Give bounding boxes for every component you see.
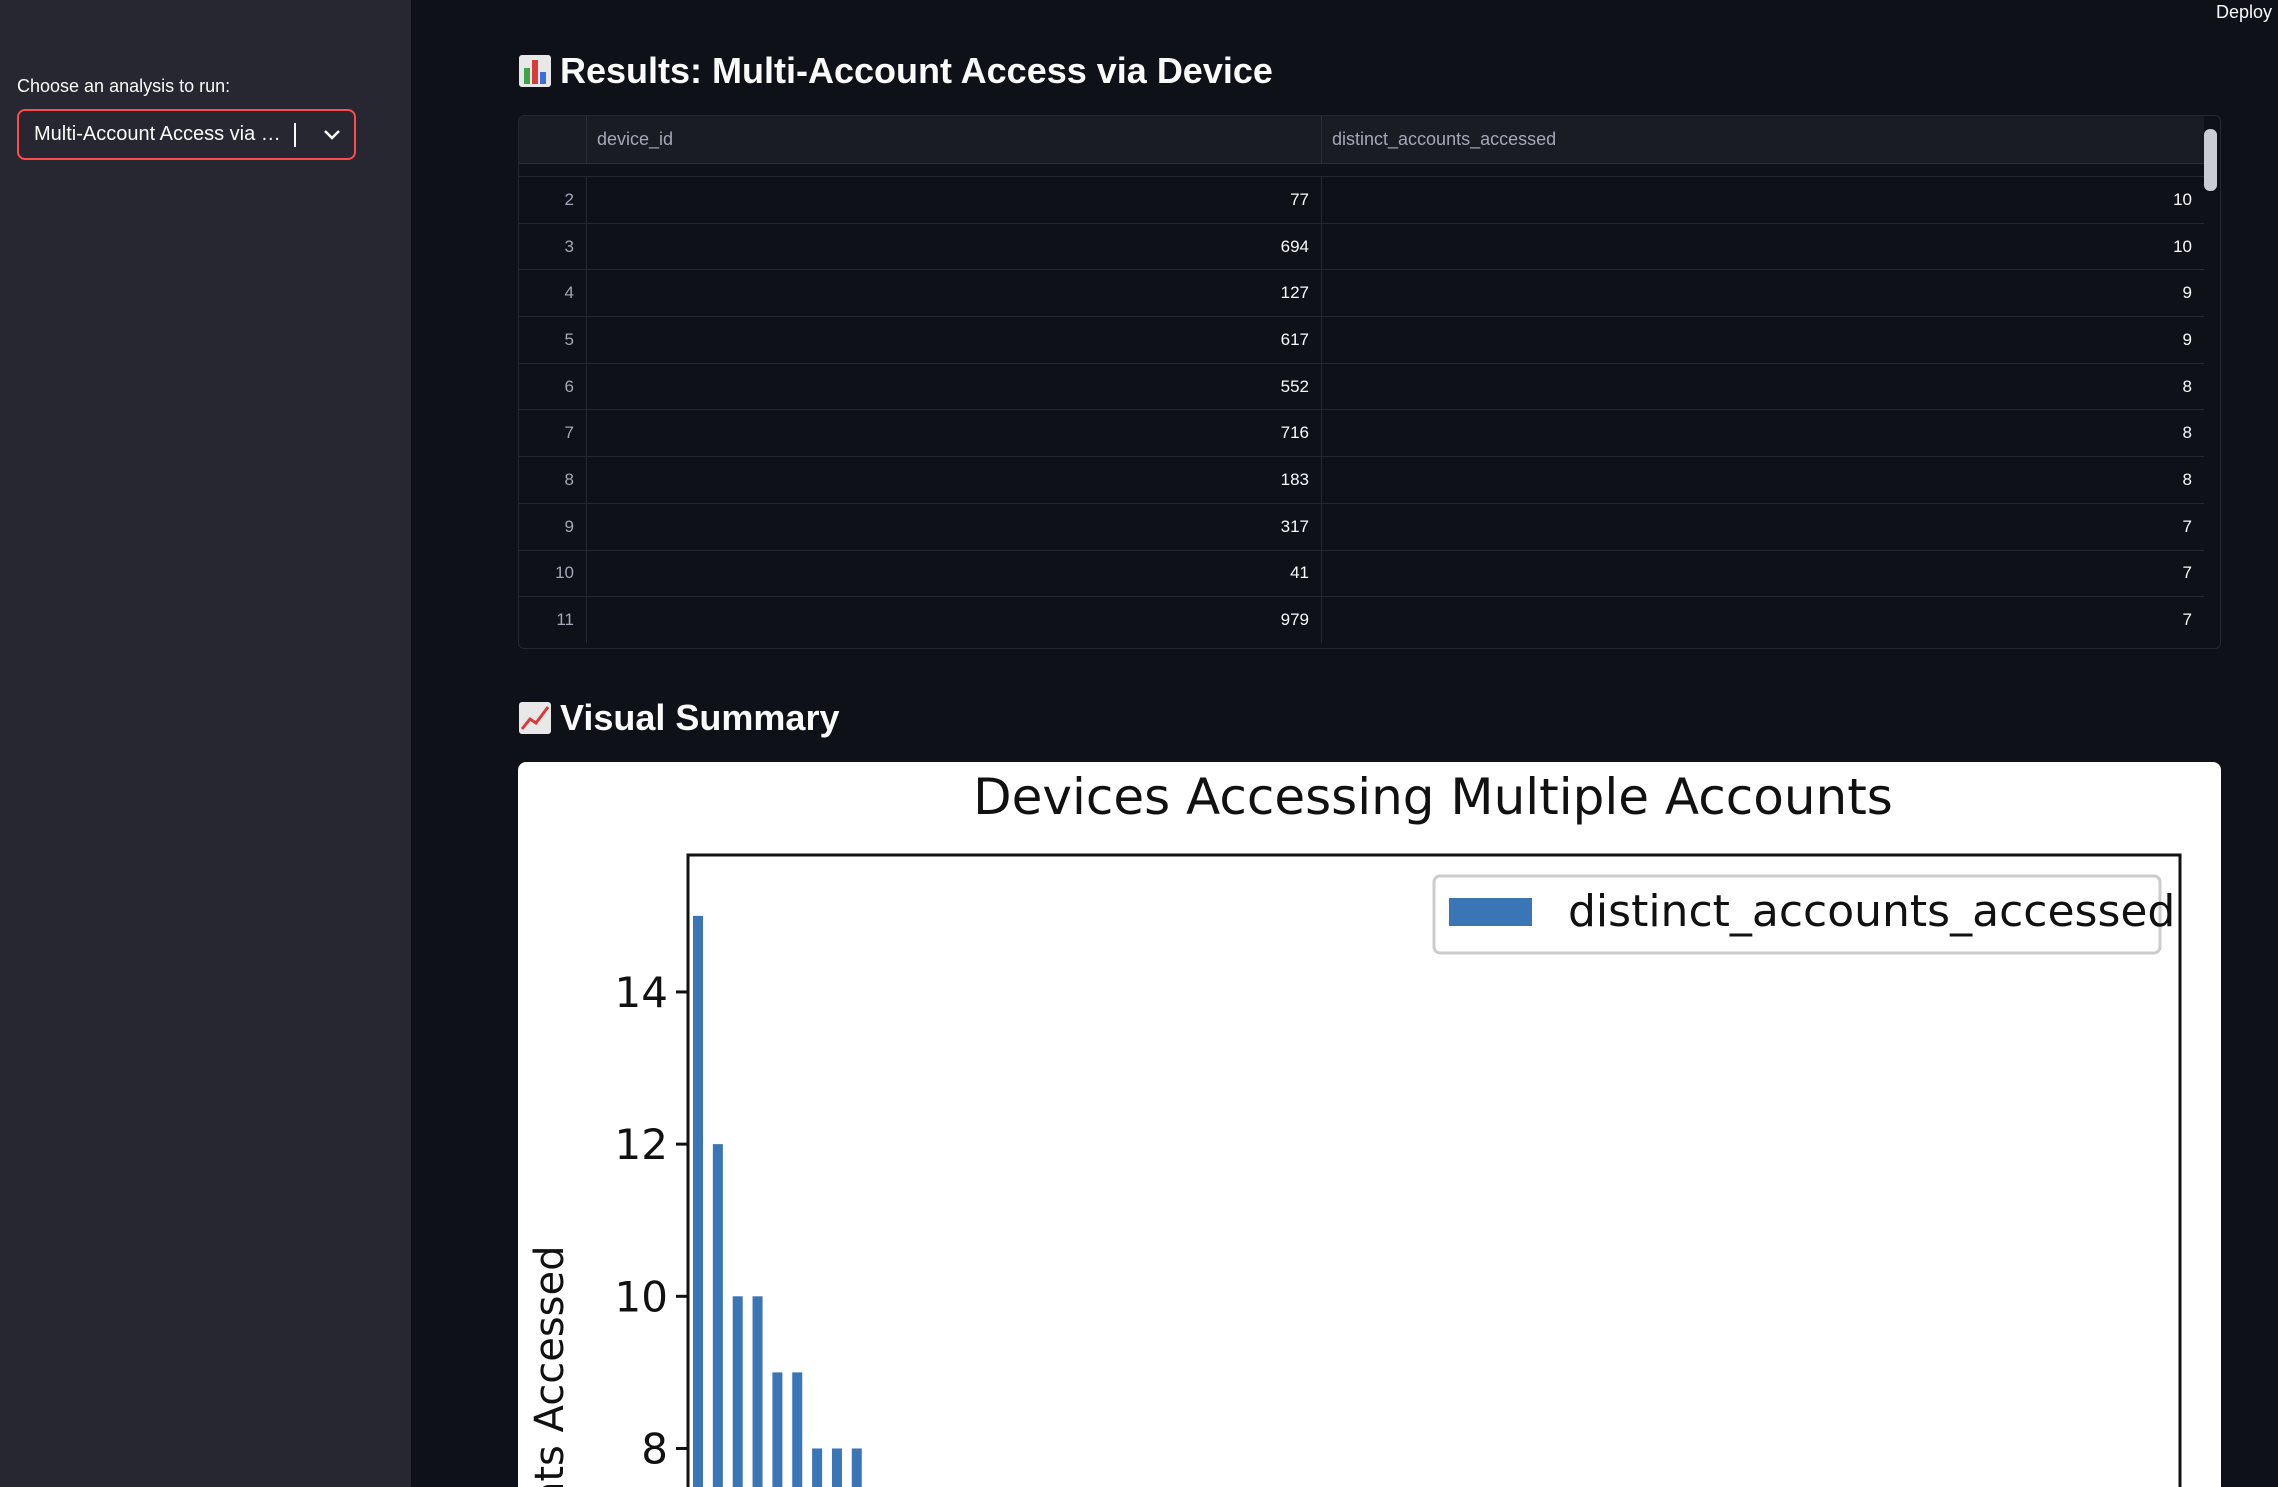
legend-label: distinct_accounts_accessed xyxy=(1568,886,2175,937)
table-row[interactable]: 6 552 8 xyxy=(519,362,2204,410)
table-row[interactable]: 10 41 7 xyxy=(519,549,2204,597)
bar-chart: Devices Accessing Multiple Accounts 8 10 1… xyxy=(527,768,2182,1487)
column-header-distinct-accounts[interactable]: distinct_accounts_accessed xyxy=(1322,116,2204,163)
cell-device-id[interactable]: 127 xyxy=(587,270,1322,317)
bar xyxy=(693,915,703,1487)
bar xyxy=(752,1296,763,1487)
legend-swatch xyxy=(1449,898,1532,926)
chart-legend: distinct_accounts_accessed xyxy=(1432,874,2175,955)
deploy-button[interactable]: Deploy xyxy=(2216,2,2272,23)
chart-title: Devices Accessing Multiple Accounts xyxy=(973,768,1893,826)
table-row[interactable]: 7 716 8 xyxy=(519,409,2204,457)
chevron-down-icon[interactable] xyxy=(310,111,354,158)
cell-distinct-accounts[interactable]: 8 xyxy=(1322,457,2204,503)
results-heading: Results: Multi-Account Access via Device xyxy=(518,50,1273,92)
analysis-select-label: Choose an analysis to run: xyxy=(17,76,231,96)
bar-group xyxy=(693,915,862,1487)
results-title: Results: Multi-Account Access via Device xyxy=(560,50,1273,91)
table-row[interactable]: 2 77 10 xyxy=(519,176,2204,223)
row-index: 5 xyxy=(519,317,587,363)
bar xyxy=(831,1448,842,1487)
bar xyxy=(792,1372,803,1487)
y-tick-label: 14 xyxy=(615,968,668,1017)
row-index: 7 xyxy=(519,410,587,457)
y-axis-label: nts Accessed xyxy=(527,1245,573,1487)
bar xyxy=(772,1372,783,1487)
table-row[interactable]: 9 317 7 xyxy=(519,502,2204,550)
table-row[interactable]: 8 183 8 xyxy=(519,456,2204,503)
cell-distinct-accounts[interactable]: 8 xyxy=(1322,410,2204,456)
select-cursor xyxy=(294,122,296,147)
row-index: 4 xyxy=(519,270,587,317)
table-body: 2 77 10 3 694 10 4 127 9 5 617 9 6 552 8 7 716 8 8 18… xyxy=(519,176,2204,643)
cell-distinct-accounts[interactable]: 9 xyxy=(1322,317,2204,363)
bar xyxy=(851,1448,862,1487)
row-index: 9 xyxy=(519,503,587,550)
cell-distinct-accounts[interactable]: 8 xyxy=(1322,364,2204,410)
cell-distinct-accounts[interactable]: 10 xyxy=(1322,224,2204,270)
cell-distinct-accounts[interactable]: 7 xyxy=(1322,504,2204,550)
y-axis-ticks: 8 10 12 14 xyxy=(615,968,688,1473)
cell-distinct-accounts[interactable]: 7 xyxy=(1322,597,2204,643)
line-chart-icon xyxy=(518,701,552,735)
y-tick-label: 10 xyxy=(615,1272,668,1321)
cell-device-id[interactable]: 41 xyxy=(587,550,1322,597)
table-row[interactable]: 11 979 7 xyxy=(519,596,2204,643)
cell-device-id[interactable]: 716 xyxy=(587,410,1322,457)
table-row[interactable]: 3 694 10 xyxy=(519,222,2204,270)
bar xyxy=(732,1296,743,1487)
row-index: 10 xyxy=(519,550,587,597)
cell-device-id[interactable]: 77 xyxy=(587,177,1322,223)
analysis-select[interactable]: Multi-Account Access via D… xyxy=(17,109,356,160)
bar-chart-icon xyxy=(518,54,552,88)
cell-device-id[interactable]: 317 xyxy=(587,503,1322,550)
row-index: 2 xyxy=(519,177,587,223)
row-index: 3 xyxy=(519,223,587,270)
table-scrollbar[interactable] xyxy=(2204,129,2217,191)
table-header: device_id distinct_accounts_accessed xyxy=(519,116,2204,164)
row-index: 6 xyxy=(519,363,587,410)
results-table[interactable]: device_id distinct_accounts_accessed 2 77… xyxy=(518,115,2221,649)
analysis-select-value: Multi-Account Access via D… xyxy=(34,123,294,145)
cell-distinct-accounts[interactable]: 10 xyxy=(1322,177,2204,223)
cell-device-id[interactable]: 183 xyxy=(587,457,1322,503)
cell-distinct-accounts[interactable]: 9 xyxy=(1322,270,2204,316)
cell-device-id[interactable]: 694 xyxy=(587,223,1322,270)
summary-title: Visual Summary xyxy=(560,697,840,738)
cell-distinct-accounts[interactable]: 7 xyxy=(1322,551,2204,597)
table-row[interactable]: 5 617 9 xyxy=(519,316,2204,363)
column-header-device-id[interactable]: device_id xyxy=(587,116,1322,163)
bar xyxy=(812,1448,823,1487)
cell-device-id[interactable]: 617 xyxy=(587,317,1322,363)
summary-heading: Visual Summary xyxy=(518,697,839,739)
cell-device-id[interactable]: 552 xyxy=(587,363,1322,410)
y-tick-label: 12 xyxy=(615,1120,668,1169)
row-index: 8 xyxy=(519,457,587,503)
table-row[interactable]: 4 127 9 xyxy=(519,269,2204,317)
bar xyxy=(712,1144,723,1487)
chart-card: Devices Accessing Multiple Accounts 8 10 1… xyxy=(518,762,2221,1487)
row-index: 11 xyxy=(519,597,587,643)
cell-device-id[interactable]: 979 xyxy=(587,597,1322,643)
y-tick-label: 8 xyxy=(641,1424,668,1473)
index-column-header xyxy=(519,116,587,163)
sidebar: Choose an analysis to run: Multi-Account… xyxy=(0,0,411,1487)
